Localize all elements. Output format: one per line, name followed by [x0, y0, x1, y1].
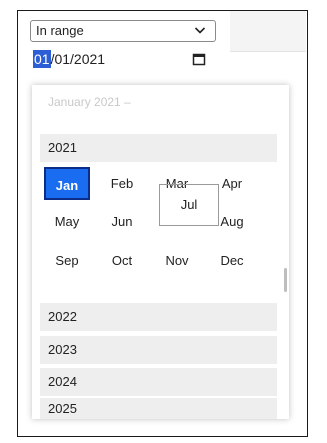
- date-day-segment[interactable]: 01: [33, 50, 51, 68]
- year-row-2024[interactable]: 2024: [40, 368, 277, 396]
- month-may[interactable]: May: [44, 205, 90, 238]
- scrollbar-thumb[interactable]: [284, 268, 287, 292]
- chevron-down-icon: [194, 27, 206, 34]
- month-sep[interactable]: Sep: [44, 244, 90, 277]
- calendar-icon[interactable]: [192, 52, 206, 66]
- month-year-header[interactable]: January 2021 –: [48, 95, 131, 109]
- month-oct[interactable]: Oct: [99, 244, 145, 277]
- date-input[interactable]: 01/01/2021: [30, 47, 216, 71]
- month-dec[interactable]: Dec: [209, 244, 255, 277]
- header-strip: [230, 11, 306, 52]
- year-row-2021[interactable]: 2021: [40, 134, 277, 162]
- filter-operator-value: In range: [36, 23, 84, 38]
- year-row-2023[interactable]: 2023: [40, 336, 277, 364]
- month-jun[interactable]: Jun: [99, 205, 145, 238]
- date-picker-popup: January 2021 – 2021 Jan Feb Mar Apr May …: [32, 85, 289, 419]
- year-row-2025[interactable]: 2025: [40, 398, 277, 419]
- month-nov[interactable]: Nov: [154, 244, 200, 277]
- date-rest[interactable]: /01/2021: [51, 51, 106, 67]
- month-jan[interactable]: Jan: [44, 167, 90, 200]
- year-row-2022[interactable]: 2022: [40, 303, 277, 331]
- filter-operator-select[interactable]: In range: [30, 20, 216, 42]
- month-feb[interactable]: Feb: [99, 167, 145, 200]
- month-aug[interactable]: Aug: [209, 205, 255, 238]
